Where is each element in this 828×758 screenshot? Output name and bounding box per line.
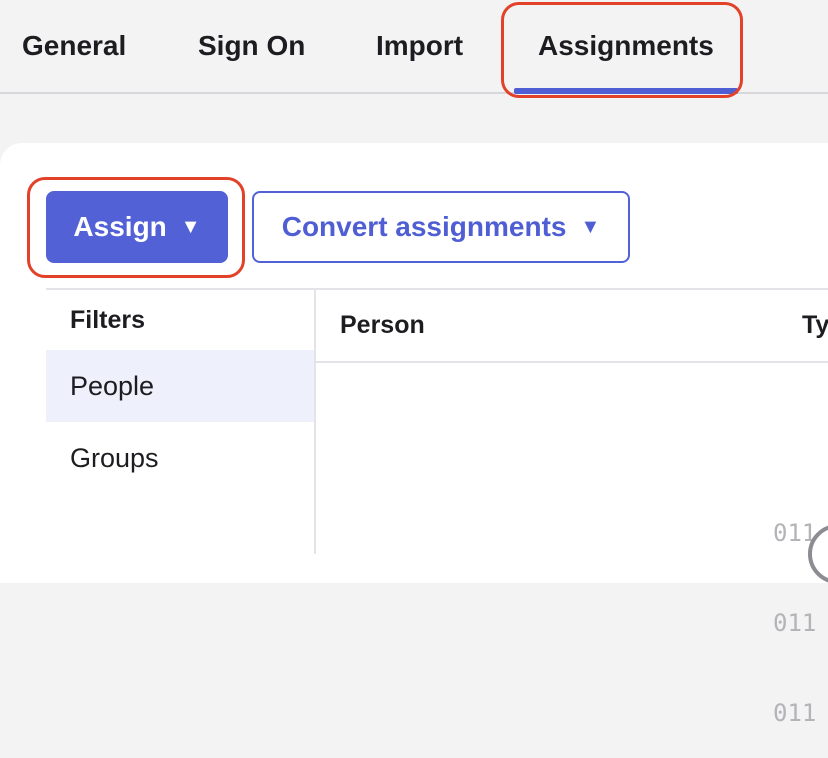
divider [316,361,828,363]
caret-down-icon: ▼ [180,216,201,238]
tab-import[interactable]: Import [376,30,463,62]
divider [46,288,828,290]
filters-heading: Filters [70,306,146,334]
loading-text: 011 [773,609,817,637]
loading-text: 011 [773,699,817,727]
divider [314,289,316,554]
caret-down-icon: ▼ [580,216,601,238]
loading-indicator: 011 011 011 [773,458,816,758]
tab-bar: General Sign On Import Assignments [0,0,828,94]
assign-button-label: Assign [73,211,167,242]
column-header-person[interactable]: Person [340,311,425,340]
tab-assignments[interactable]: Assignments [538,30,714,62]
column-header-type[interactable]: Ty [802,311,828,340]
filter-item-people[interactable]: People [46,350,314,422]
assign-button[interactable]: Assign ▼ [46,191,228,263]
convert-assignments-button[interactable]: Convert assignments ▼ [252,191,630,263]
convert-assignments-label: Convert assignments [281,211,567,242]
filter-item-groups[interactable]: Groups [46,422,314,494]
tab-general[interactable]: General [22,30,126,62]
tab-sign-on[interactable]: Sign On [198,30,305,62]
active-tab-indicator [514,88,738,94]
